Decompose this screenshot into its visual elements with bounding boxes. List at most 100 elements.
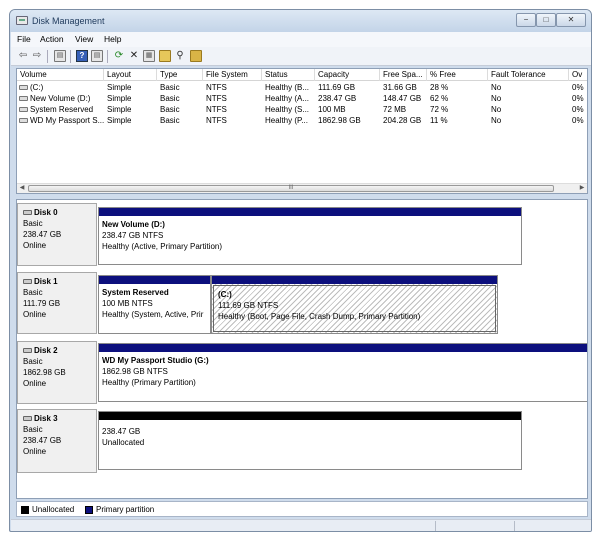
type-cell: Basic: [160, 94, 180, 103]
disk-size: 1862.98 GB: [23, 368, 66, 377]
title-bar[interactable]: Disk Management − □ ✕: [10, 10, 591, 32]
legend-bar: Unallocated Primary partition: [16, 501, 588, 517]
primary-partition-stripe: [99, 276, 210, 284]
column-header-capacity[interactable]: Capacity: [315, 69, 380, 81]
toolbar-separator: [47, 50, 48, 63]
disk-state: Online: [23, 241, 47, 250]
column-header-overhead[interactable]: Ov: [569, 69, 587, 81]
disk-size: 238.47 GB: [23, 230, 62, 239]
toolbar: ⇦ ⇨ ▤ ? ▤ ⟳ ✕ ▦ ⚲: [11, 47, 591, 66]
scroll-right-icon[interactable]: ▶: [577, 184, 587, 193]
volume-row[interactable]: New Volume (D:) Simple Basic NTFS Health…: [17, 93, 587, 104]
partition-new-volume-d[interactable]: New Volume (D:) 238.47 GB NTFS Healthy (…: [98, 207, 522, 265]
legend-unallocated: Unallocated: [32, 505, 75, 514]
menu-view[interactable]: View: [75, 34, 93, 44]
status-divider: [514, 521, 515, 531]
menu-action[interactable]: Action: [40, 34, 64, 44]
partition-name: New Volume (D:): [102, 220, 165, 229]
delete-icon[interactable]: ✕: [128, 50, 140, 62]
status-cell: Healthy (B...: [265, 83, 310, 92]
status-cell: Healthy (A...: [265, 94, 310, 103]
overhead-cell: 0%: [572, 83, 584, 92]
partition-c-selected[interactable]: (C:) 111.69 GB NTFS Healthy (Boot, Page …: [211, 275, 498, 334]
disk-size: 238.47 GB: [23, 436, 62, 445]
properties-icon[interactable]: ▦: [143, 50, 155, 62]
column-header-free-space[interactable]: Free Spa...: [380, 69, 427, 81]
disk-3-info[interactable]: Disk 3 Basic 238.47 GB Online: [17, 409, 97, 473]
list-header: Volume Layout Type File System Status Ca…: [17, 69, 587, 81]
unallocated-status: Unallocated: [102, 438, 145, 447]
unallocated-space[interactable]: 238.47 GB Unallocated: [98, 411, 522, 470]
console-view-icon[interactable]: ▤: [54, 50, 66, 62]
fault-tolerance-cell: No: [491, 105, 502, 114]
overhead-cell: 0%: [572, 105, 584, 114]
horizontal-scrollbar[interactable]: ◀ III ▶: [17, 183, 587, 193]
drive-icon: [19, 107, 28, 112]
status-cell: Healthy (S...: [265, 105, 310, 114]
fault-tolerance-cell: No: [491, 116, 502, 125]
help-icon[interactable]: ?: [76, 50, 88, 62]
status-divider: [435, 521, 436, 531]
disk-graphical-view: Disk 0 Basic 238.47 GB Online New Volume…: [16, 199, 588, 499]
column-header-volume[interactable]: Volume: [17, 69, 104, 81]
partition-wd-my-passport-g[interactable]: WD My Passport Studio (G:) 1862.98 GB NT…: [98, 343, 587, 402]
disk-state: Online: [23, 310, 47, 319]
partition-size: 100 MB NTFS: [102, 299, 153, 308]
capacity-cell: 100 MB: [318, 105, 346, 114]
back-arrow-icon[interactable]: ⇦: [17, 50, 29, 62]
scroll-thumb[interactable]: III: [28, 185, 554, 192]
menu-file[interactable]: File: [17, 34, 31, 44]
partition-status: Healthy (Primary Partition): [102, 378, 196, 387]
volume-row[interactable]: (C:) Simple Basic NTFS Healthy (B... 111…: [17, 82, 587, 93]
forward-arrow-icon[interactable]: ⇨: [31, 50, 43, 62]
details-icon[interactable]: ▤: [91, 50, 103, 62]
menu-help[interactable]: Help: [104, 34, 121, 44]
column-header-percent-free[interactable]: % Free: [427, 69, 488, 81]
open-folder-icon[interactable]: [159, 50, 171, 62]
column-header-type[interactable]: Type: [157, 69, 203, 81]
column-header-layout[interactable]: Layout: [104, 69, 157, 81]
partition-system-reserved[interactable]: System Reserved 100 MB NTFS Healthy (Sys…: [98, 275, 211, 334]
minimize-button[interactable]: −: [516, 13, 536, 27]
primary-partition-swatch: [85, 506, 93, 514]
legend-primary-partition: Primary partition: [96, 505, 155, 514]
close-button[interactable]: ✕: [556, 13, 586, 27]
partition-status: Healthy (Active, Primary Partition): [102, 242, 223, 251]
disk-type: Basic: [23, 425, 43, 434]
disk-1-info[interactable]: Disk 1 Basic 111.79 GB Online: [17, 272, 97, 334]
scroll-left-icon[interactable]: ◀: [17, 184, 27, 193]
volume-list[interactable]: Volume Layout Type File System Status Ca…: [16, 68, 588, 194]
disk-icon: [23, 210, 32, 215]
disk-0-info[interactable]: Disk 0 Basic 238.47 GB Online: [17, 203, 97, 266]
search-icon[interactable]: ⚲: [174, 50, 186, 62]
partition-name: System Reserved: [102, 288, 169, 297]
layout-cell: Simple: [107, 94, 132, 103]
unallocated-swatch: [21, 506, 29, 514]
unallocated-stripe: [99, 412, 521, 420]
type-cell: Basic: [160, 105, 180, 114]
disk-name: Disk 2: [34, 346, 58, 355]
column-header-file-system[interactable]: File System: [203, 69, 262, 81]
status-cell: Healthy (P...: [265, 116, 308, 125]
volume-row[interactable]: System Reserved Simple Basic NTFS Health…: [17, 104, 587, 115]
capacity-cell: 1862.98 GB: [318, 116, 361, 125]
percent-free-cell: 72 %: [430, 105, 449, 114]
drive-icon: [19, 118, 28, 123]
maximize-button[interactable]: □: [536, 13, 556, 27]
primary-partition-stripe: [212, 276, 497, 284]
check-disk-icon[interactable]: [190, 50, 202, 62]
refresh-icon[interactable]: ⟳: [113, 50, 125, 62]
disk-management-window: Disk Management − □ ✕ File Action View H…: [9, 9, 592, 532]
volume-name: New Volume (D:): [30, 94, 91, 103]
column-header-status[interactable]: Status: [262, 69, 315, 81]
volume-row[interactable]: WD My Passport S... Simple Basic NTFS He…: [17, 115, 587, 126]
percent-free-cell: 28 %: [430, 83, 449, 92]
free-space-cell: 72 MB: [383, 105, 407, 114]
capacity-cell: 111.69 GB: [318, 83, 356, 92]
file-system-cell: NTFS: [206, 116, 227, 125]
column-header-fault-tolerance[interactable]: Fault Tolerance: [488, 69, 569, 81]
free-space-cell: 31.66 GB: [383, 83, 417, 92]
volume-name: WD My Passport S...: [30, 116, 105, 125]
partition-status: Healthy (Boot, Page File, Crash Dump, Pr…: [218, 312, 421, 321]
disk-2-info[interactable]: Disk 2 Basic 1862.98 GB Online: [17, 341, 97, 404]
